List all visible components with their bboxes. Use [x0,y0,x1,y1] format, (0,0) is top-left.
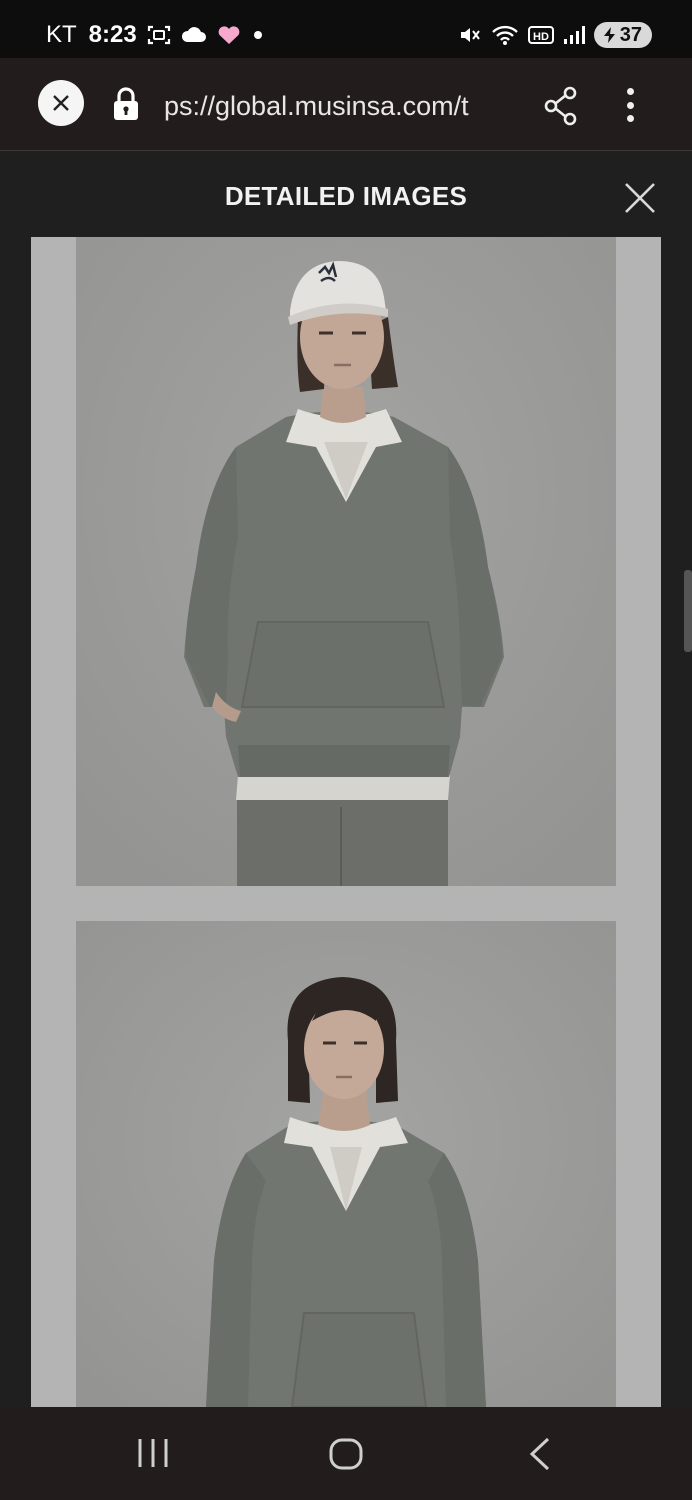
modal-header: DETAILED IMAGES [0,151,692,237]
hd-icon: HD [527,25,554,45]
svg-text:HD: HD [533,31,549,43]
battery-icon: 37 [593,22,652,48]
back-button[interactable] [526,1437,554,1476]
close-icon [53,95,69,111]
close-icon [625,183,655,213]
cloud-icon [181,26,207,44]
browser-toolbar: ps://global.musinsa.com/t [0,58,692,151]
back-chevron-icon [529,1437,550,1471]
scrollbar-thumb[interactable] [684,570,692,652]
product-detail-image-2 [76,921,616,1407]
close-tab-button[interactable] [38,80,84,126]
status-bar: KT 8:23 HD 37 [0,0,692,58]
product-detail-image-1 [76,237,616,886]
dot-icon [251,28,265,42]
model-photo [76,237,616,886]
status-right: HD 37 [458,20,652,50]
carrier-label: KT [46,21,77,48]
system-nav-bar [0,1407,692,1500]
recent-apps-icon [138,1439,168,1467]
heart-icon [217,25,241,45]
home-button[interactable] [328,1437,364,1476]
more-options-icon[interactable] [612,85,648,125]
status-left: KT 8:23 [46,18,265,52]
mute-icon [458,24,482,46]
recent-apps-button[interactable] [136,1437,170,1474]
lock-icon[interactable] [112,86,140,127]
screenshot-icon [147,24,171,46]
url-text[interactable]: ps://global.musinsa.com/t [164,86,520,126]
model-photo [76,921,616,1407]
wifi-icon [491,24,519,46]
share-icon[interactable] [543,86,579,131]
battery-level: 37 [619,23,642,46]
modal-title: DETAILED IMAGES [224,181,468,211]
modal-close-button[interactable] [622,180,658,221]
detail-images-container[interactable] [31,237,661,1407]
home-icon [329,1438,363,1470]
signal-icon [563,25,585,45]
clock: 8:23 [88,21,137,48]
